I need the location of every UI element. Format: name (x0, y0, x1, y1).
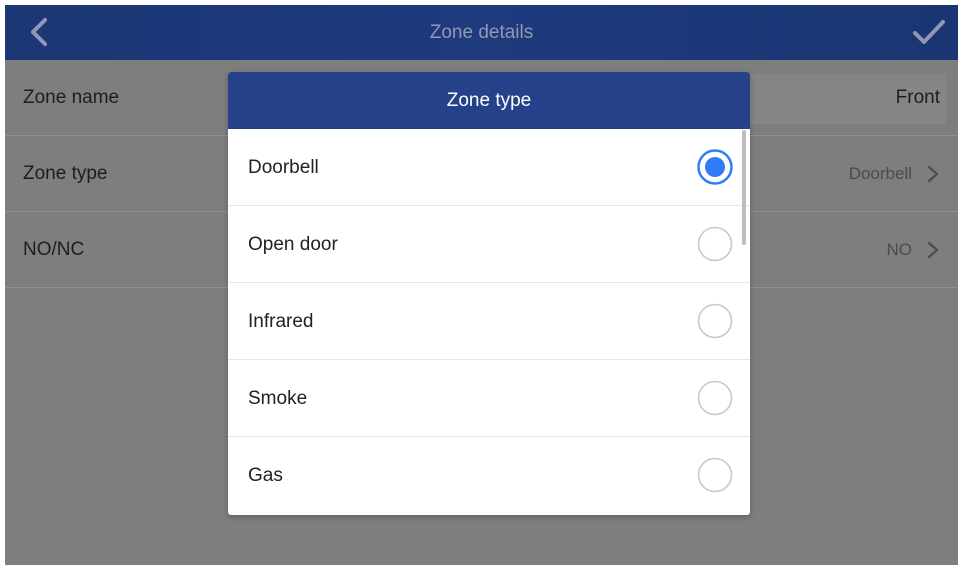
back-button[interactable] (23, 15, 57, 49)
zone-type-value: Doorbell (848, 164, 912, 183)
radio-selected-icon[interactable] (696, 148, 734, 186)
option-infrared[interactable]: Infrared (228, 283, 750, 360)
option-smoke[interactable]: Smoke (228, 360, 750, 437)
screen: Zone details Zone name Front Zone type D… (5, 5, 958, 565)
chevron-left-icon (31, 18, 47, 46)
radio-unselected-icon[interactable] (696, 225, 734, 263)
option-label: Open door (248, 234, 338, 255)
chevron-right-icon (927, 165, 939, 183)
option-label: Infrared (248, 311, 314, 332)
radio-unselected-icon[interactable] (696, 302, 734, 340)
radio-unselected-icon[interactable] (696, 379, 734, 417)
confirm-button[interactable] (910, 15, 948, 49)
option-doorbell[interactable]: Doorbell (228, 129, 750, 206)
option-label: Gas (248, 465, 283, 486)
zone-name-value: Front (895, 87, 940, 108)
setting-label: Zone name (23, 87, 120, 108)
option-list[interactable]: Doorbell Open door Infrared Smoke Gas (228, 129, 750, 515)
radio-unselected-icon[interactable] (696, 456, 734, 494)
chevron-right-icon (927, 241, 939, 259)
no-nc-value: NO (886, 240, 913, 259)
zone-type-dialog: Zone type Doorbell Open door Infrared Sm… (228, 72, 750, 515)
checkmark-icon (913, 20, 945, 44)
top-bar: Zone details (5, 5, 958, 60)
scrollbar[interactable] (742, 130, 746, 245)
page-title: Zone details (429, 22, 534, 43)
option-label: Smoke (248, 388, 308, 409)
option-label: Doorbell (248, 157, 319, 178)
option-gas[interactable]: Gas (228, 437, 750, 514)
setting-label: Zone type (23, 163, 108, 184)
option-open-door[interactable]: Open door (228, 206, 750, 283)
setting-label: NO/NC (23, 239, 85, 260)
dialog-title: Zone type (228, 72, 750, 129)
